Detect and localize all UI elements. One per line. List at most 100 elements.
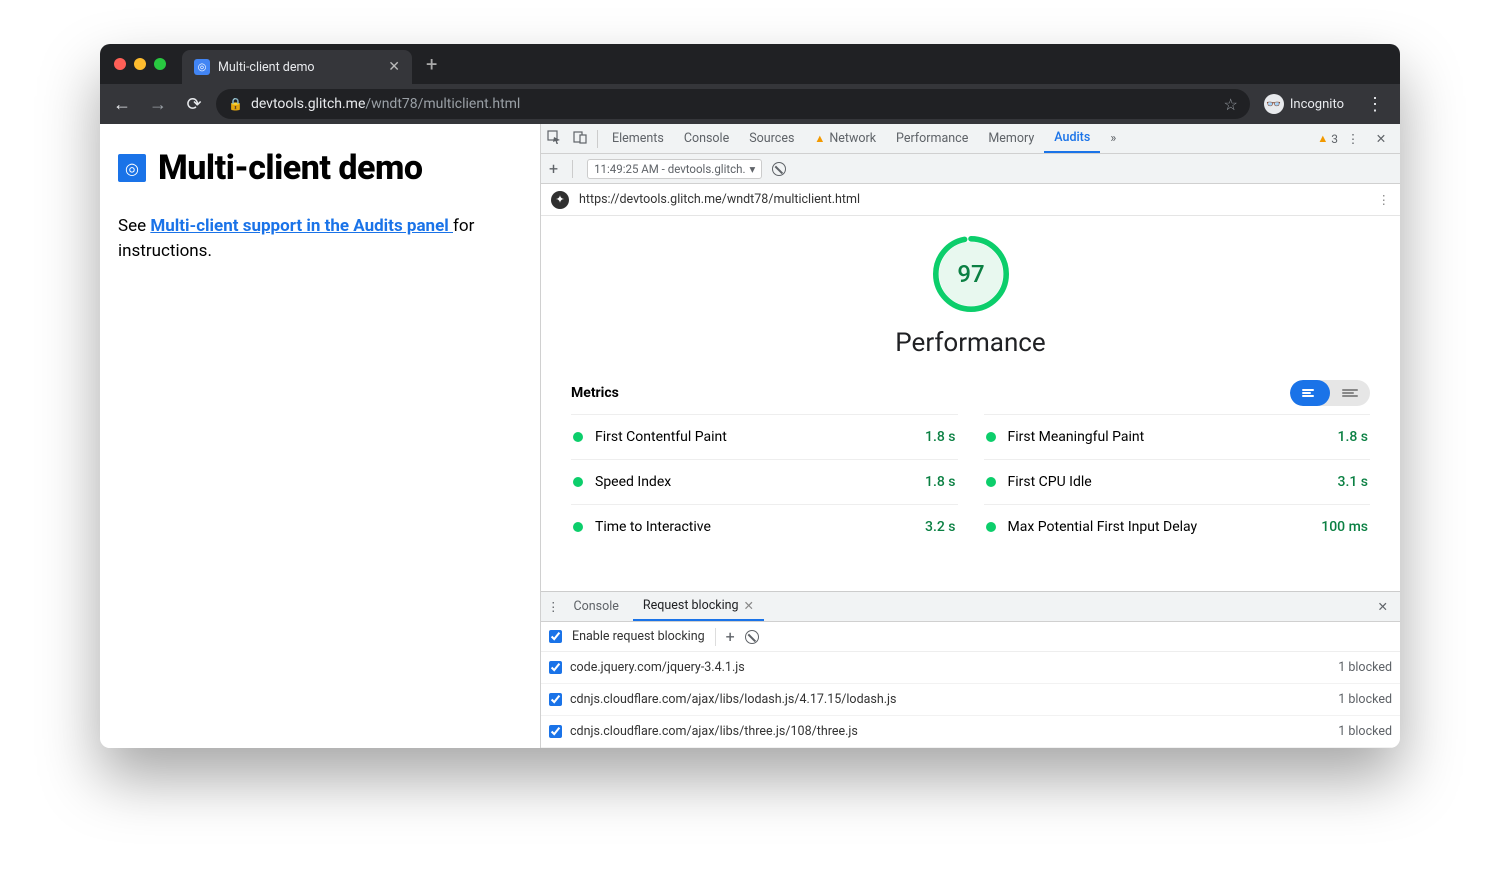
browser-tab[interactable]: ◎ Multi-client demo ✕	[182, 50, 412, 84]
toolbar: ← → ⟳ 🔒 devtools.glitch.me/wndt78/multic…	[100, 84, 1400, 124]
metrics-view-toggle	[1290, 380, 1370, 406]
incognito-icon: 👓	[1264, 94, 1284, 114]
titlebar: ◎ Multi-client demo ✕ +	[100, 44, 1400, 84]
audits-toolbar: + 11:49:25 AM - devtools.glitch. ▾	[541, 154, 1400, 184]
drawer-tab-request-blocking[interactable]: Request blocking ✕	[633, 592, 764, 621]
favicon-icon: ◎	[194, 59, 210, 75]
metric-value: 1.8 s	[925, 429, 956, 445]
report-menu-button[interactable]: ⋮	[1378, 192, 1391, 208]
metric-row[interactable]: Max Potential First Input Delay100 ms	[984, 504, 1371, 549]
metric-value: 3.2 s	[925, 519, 956, 535]
tab-memory[interactable]: Memory	[978, 124, 1044, 153]
metric-name: Speed Index	[595, 474, 671, 490]
devtools-tabstrip: Elements Console Sources ▲Network Perfor…	[541, 124, 1400, 154]
device-toolbar-icon[interactable]	[567, 130, 593, 148]
metric-row[interactable]: Speed Index 1.8 s	[571, 459, 958, 504]
status-dot-icon	[986, 477, 996, 487]
pattern-checkbox[interactable]	[549, 725, 562, 738]
drawer-close-button[interactable]: ✕	[1372, 599, 1394, 615]
audit-report: 97 Performance Metrics	[541, 216, 1400, 591]
status-dot-icon	[573, 477, 583, 487]
tab-audits[interactable]: Audits	[1044, 124, 1100, 153]
metric-value: 1.8 s	[1338, 429, 1369, 445]
devtools-settings-button[interactable]: ⋮	[1340, 131, 1366, 147]
audit-url-row: ✦ https://devtools.glitch.me/wndt78/mult…	[541, 184, 1400, 216]
minimize-window-button[interactable]	[134, 58, 146, 70]
pattern-url: code.jquery.com/jquery-3.4.1.js	[570, 660, 745, 675]
tab-elements[interactable]: Elements	[602, 124, 674, 153]
pattern-count: 1 blocked	[1338, 660, 1392, 675]
gauge-title: Performance	[895, 328, 1045, 358]
enable-blocking-checkbox[interactable]	[549, 630, 562, 643]
metric-row[interactable]: First CPU Idle3.1 s	[984, 459, 1371, 504]
status-dot-icon	[573, 522, 583, 532]
close-window-button[interactable]	[114, 58, 126, 70]
incognito-label: Incognito	[1290, 97, 1344, 112]
tab-sources[interactable]: Sources	[739, 124, 804, 153]
tab-network[interactable]: ▲Network	[804, 124, 886, 153]
status-dot-icon	[986, 432, 996, 442]
window-controls	[114, 58, 166, 70]
request-blocking-toolbar: Enable request blocking +	[541, 622, 1400, 652]
warnings-badge[interactable]: ▲3	[1317, 132, 1338, 146]
page-link[interactable]: Multi-client support in the Audits panel	[150, 216, 453, 236]
audit-url: https://devtools.glitch.me/wndt78/multic…	[579, 192, 860, 207]
reload-button[interactable]: ⟳	[180, 90, 208, 118]
blocked-pattern-row[interactable]: cdnjs.cloudflare.com/ajax/libs/three.js/…	[541, 716, 1400, 748]
pattern-url: cdnjs.cloudflare.com/ajax/libs/lodash.js…	[570, 692, 897, 707]
metric-value: 100 ms	[1321, 519, 1368, 535]
blocked-pattern-row[interactable]: cdnjs.cloudflare.com/ajax/libs/lodash.js…	[541, 684, 1400, 716]
toggle-expanded[interactable]	[1330, 380, 1370, 406]
metrics-heading: Metrics	[571, 385, 619, 401]
page-paragraph: See Multi-client support in the Audits p…	[118, 214, 522, 263]
pattern-checkbox[interactable]	[549, 693, 562, 706]
bookmark-star-icon[interactable]: ☆	[1224, 95, 1238, 114]
metric-name: First Contentful Paint	[595, 429, 727, 445]
metric-row[interactable]: Time to Interactive 3.2 s	[571, 504, 958, 549]
metric-value: 1.8 s	[925, 474, 956, 490]
pattern-count: 1 blocked	[1338, 692, 1392, 707]
toggle-compact[interactable]	[1290, 380, 1330, 406]
lock-icon: 🔒	[228, 97, 243, 111]
address-host: devtools.glitch.me	[251, 96, 365, 112]
chevron-down-icon: ▾	[750, 162, 756, 176]
pattern-count: 1 blocked	[1338, 724, 1392, 739]
status-dot-icon	[986, 522, 996, 532]
close-tab-button[interactable]: ✕	[388, 59, 400, 75]
browser-menu-button[interactable]: ⋮	[1358, 94, 1392, 115]
tab-performance[interactable]: Performance	[886, 124, 978, 153]
new-audit-button[interactable]: +	[549, 159, 558, 178]
browser-window: ◎ Multi-client demo ✕ + ← → ⟳ 🔒 devtools…	[100, 44, 1400, 748]
content-area: ◎ Multi-client demo See Multi-client sup…	[100, 124, 1400, 748]
clear-button[interactable]	[772, 162, 786, 176]
pattern-url: cdnjs.cloudflare.com/ajax/libs/three.js/…	[570, 724, 858, 739]
more-tabs-button[interactable]: »	[1100, 131, 1126, 146]
maximize-window-button[interactable]	[154, 58, 166, 70]
add-pattern-button[interactable]: +	[726, 627, 735, 646]
metrics-grid: First Contentful Paint 1.8 s First Meanin…	[571, 414, 1370, 549]
page-heading: Multi-client demo	[158, 148, 423, 188]
report-selector[interactable]: 11:49:25 AM - devtools.glitch. ▾	[587, 159, 762, 179]
drawer-menu-button[interactable]: ⋮	[547, 599, 560, 615]
page-content: ◎ Multi-client demo See Multi-client sup…	[100, 124, 540, 748]
remove-all-patterns-button[interactable]	[745, 630, 759, 644]
metric-name: First CPU Idle	[1008, 474, 1092, 490]
forward-button[interactable]: →	[144, 90, 172, 118]
metric-row[interactable]: First Contentful Paint 1.8 s	[571, 414, 958, 459]
close-drawer-tab-button[interactable]: ✕	[744, 598, 754, 614]
blocked-pattern-row[interactable]: code.jquery.com/jquery-3.4.1.js 1 blocke…	[541, 652, 1400, 684]
address-bar[interactable]: 🔒 devtools.glitch.me/wndt78/multiclient.…	[216, 89, 1250, 119]
incognito-indicator[interactable]: 👓 Incognito	[1258, 94, 1350, 114]
pattern-checkbox[interactable]	[549, 661, 562, 674]
enable-blocking-label: Enable request blocking	[572, 629, 705, 644]
new-tab-button[interactable]: +	[412, 52, 451, 76]
metric-row[interactable]: First Meaningful Paint1.8 s	[984, 414, 1371, 459]
tab-title: Multi-client demo	[218, 60, 315, 75]
inspect-element-icon[interactable]	[541, 130, 567, 148]
gauge-score: 97	[957, 260, 984, 288]
drawer-tab-console[interactable]: Console	[564, 592, 629, 621]
metric-name: Time to Interactive	[595, 519, 711, 535]
devtools-close-button[interactable]: ✕	[1368, 131, 1394, 147]
tab-console[interactable]: Console	[674, 124, 739, 153]
back-button[interactable]: ←	[108, 90, 136, 118]
